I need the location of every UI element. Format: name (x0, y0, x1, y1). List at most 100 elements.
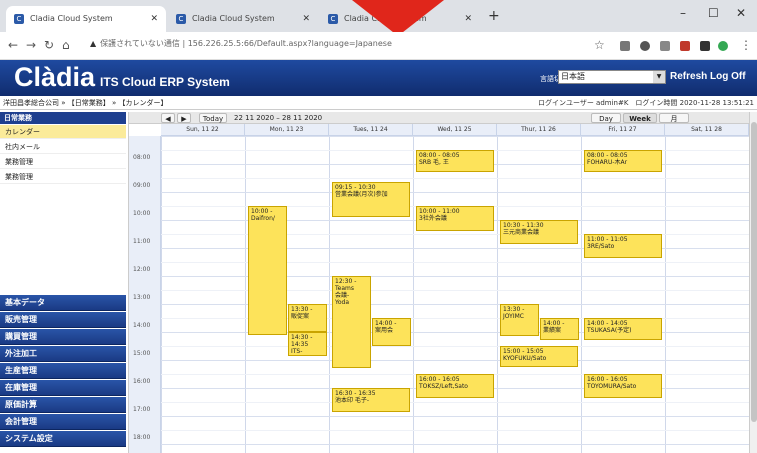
sidebar-category[interactable]: 購買管理 (0, 329, 126, 345)
time-label: 09:00 (133, 182, 151, 189)
day-divider (329, 136, 330, 453)
extension-icon[interactable] (700, 41, 710, 51)
calendar-event[interactable]: 14:00 - 14:05 TSUKASA(予定) (584, 318, 662, 341)
next-week-button[interactable]: ▶ (177, 113, 191, 123)
calendar-event[interactable]: 14:00 - 案用会 (372, 318, 411, 346)
user-info: ログインユーザー admin#K ログイン時間 2020-11-28 13:51… (537, 99, 754, 107)
day-header: Sat, 11 28 (665, 124, 749, 136)
scrollbar[interactable] (749, 112, 757, 453)
breadcrumb: 洋田昌孝総合公司 » 【日常業務】 » 【カレンダー】 (3, 99, 168, 107)
url-warning-text: 保護されていない通信 (100, 39, 180, 48)
close-tab-icon[interactable]: ✕ (302, 6, 310, 32)
day-divider (161, 136, 162, 453)
sidebar-item[interactable]: カレンダー (0, 125, 126, 139)
time-label: 12:00 (133, 266, 151, 273)
calendar-event[interactable]: 16:30 - 16:35 池本印 毛子- (332, 388, 410, 412)
calendar-event[interactable]: 15:00 - 15:05 KYOFUKU/Sato (500, 346, 578, 367)
language-select[interactable]: 日本語 ▼ (558, 70, 666, 84)
refresh-logoff-link[interactable]: Refresh Log Off (670, 71, 746, 82)
sidebar-category[interactable]: 原価計算 (0, 397, 126, 413)
tab-title: Cladia Cloud System (30, 14, 113, 23)
new-tab-icon[interactable]: + (488, 8, 500, 24)
app-logo: Clàdia (14, 62, 96, 92)
time-label: 15:00 (133, 350, 151, 357)
day-header: Tues, 11 24 (329, 124, 413, 136)
calendar-event[interactable]: 10:00 - Daifron/ (248, 206, 287, 335)
today-button[interactable]: Today (199, 113, 227, 123)
time-label: 11:00 (133, 238, 151, 245)
day-header: Wed, 11 25 (413, 124, 497, 136)
extension-icon[interactable] (640, 41, 650, 51)
sidebar-item[interactable]: 業務管理 (0, 155, 126, 169)
extension-icon[interactable] (660, 41, 670, 51)
maximize-icon[interactable]: ☐ (708, 6, 719, 20)
calendar-event[interactable]: 13:30 - JOYIMC (500, 304, 539, 337)
calendar-event[interactable]: 10:30 - 11:30 三元商業会議 (500, 220, 578, 244)
calendar-event[interactable]: 16:00 - 16:05 TOKSZ/Left,Sato (416, 374, 494, 398)
day-header: Mon, 11 23 (245, 124, 329, 136)
sidebar-section-title: 日常業務 (0, 112, 126, 124)
address-bar: ← → ↻ ⌂ ▲ 保護されていない通信 | 156.226.25.5:66/De… (0, 32, 757, 60)
calendar: ◀ ▶ Today 22 11 2020 – 28 11 2020 Day We… (128, 112, 750, 453)
close-tab-icon[interactable]: ✕ (150, 6, 158, 32)
browser-tab-2[interactable]: C Cladia Cloud System ✕ (168, 6, 318, 32)
time-label: 18:00 (133, 434, 151, 441)
back-icon[interactable]: ← (8, 38, 18, 52)
app-header: Clàdia ITS Cloud ERP System 言語切替 日本語 ▼ R… (0, 60, 757, 96)
day-divider (245, 136, 246, 453)
grid-line (161, 346, 750, 347)
url-field[interactable]: ▲ 保護されていない通信 | 156.226.25.5:66/Default.as… (90, 38, 392, 49)
close-window-icon[interactable]: ✕ (736, 6, 746, 20)
calendar-event[interactable]: 09:15 - 10:30 営業会議(月次)参加 (332, 182, 410, 218)
sidebar-category[interactable]: 会計管理 (0, 414, 126, 430)
calendar-event[interactable]: 14:30 - 14:35 ITS-Sato,Wendy (288, 332, 327, 356)
red-arrow-annotation (352, 0, 444, 36)
time-label: 17:00 (133, 406, 151, 413)
profile-avatar[interactable] (718, 41, 728, 51)
grid-line (161, 136, 750, 137)
sidebar-category[interactable]: 基本データ (0, 295, 126, 311)
sidebar-category[interactable]: 在庫管理 (0, 380, 126, 396)
calendar-event[interactable]: 13:30 - 販促案 (288, 304, 327, 332)
sidebar-item[interactable]: 社内メール (0, 140, 126, 154)
menu-icon[interactable]: ⋮ (740, 38, 752, 52)
tab-title: Cladia Cloud System (192, 14, 275, 23)
prev-week-button[interactable]: ◀ (161, 113, 175, 123)
calendar-event[interactable]: 16:00 - 16:05 TOYOMURA/Sato (584, 374, 662, 398)
time-label: 10:00 (133, 210, 151, 217)
home-icon[interactable]: ⌂ (62, 38, 70, 52)
time-label: 13:00 (133, 294, 151, 301)
minimize-icon[interactable]: – (680, 6, 686, 20)
view-week-button[interactable]: Week (623, 113, 657, 123)
grid-line (161, 402, 750, 403)
scrollbar-thumb[interactable] (751, 122, 757, 422)
browser-tab-1[interactable]: C Cladia Cloud System ✕ (6, 6, 166, 32)
time-label: 14:00 (133, 322, 151, 329)
view-day-button[interactable]: Day (591, 113, 621, 123)
forward-icon[interactable]: → (26, 38, 36, 52)
grid-line (161, 416, 750, 417)
calendar-event[interactable]: 08:00 - 08:05 FOHARU-木Ar (584, 150, 662, 173)
close-tab-icon[interactable]: ✕ (464, 6, 472, 32)
star-icon[interactable]: ☆ (594, 38, 605, 52)
sidebar-category[interactable]: 外注加工 (0, 346, 126, 362)
grid-line (161, 178, 750, 179)
calendar-event[interactable]: 10:00 - 11:00 3社外会議 (416, 206, 494, 232)
sidebar-category[interactable]: 販売管理 (0, 312, 126, 328)
grid-line (161, 444, 750, 445)
reload-icon[interactable]: ↻ (44, 38, 54, 52)
calendar-event[interactable]: 14:00 - 業績案 (540, 318, 579, 341)
sidebar-item[interactable]: 業務管理 (0, 170, 126, 184)
sidebar-category[interactable]: システム設定 (0, 431, 126, 447)
extension-icon[interactable] (620, 41, 630, 51)
calendar-event[interactable]: 11:00 - 11:05 3RE/Sato (584, 234, 662, 258)
breadcrumb-row: 洋田昌孝総合公司 » 【日常業務】 » 【カレンダー】 ログインユーザー adm… (0, 96, 757, 110)
day-divider (497, 136, 498, 453)
calendar-event[interactable]: 08:00 - 08:05 SRB 毛, 王 (416, 150, 494, 173)
view-month-button[interactable]: 月 (659, 113, 689, 123)
calendar-event[interactable]: 12:30 - Teams 会議- Yoda (332, 276, 371, 369)
sidebar-category[interactable]: 生産管理 (0, 363, 126, 379)
grid-line (161, 430, 750, 431)
extension-icon[interactable] (680, 41, 690, 51)
day-header: Fri, 11 27 (581, 124, 665, 136)
